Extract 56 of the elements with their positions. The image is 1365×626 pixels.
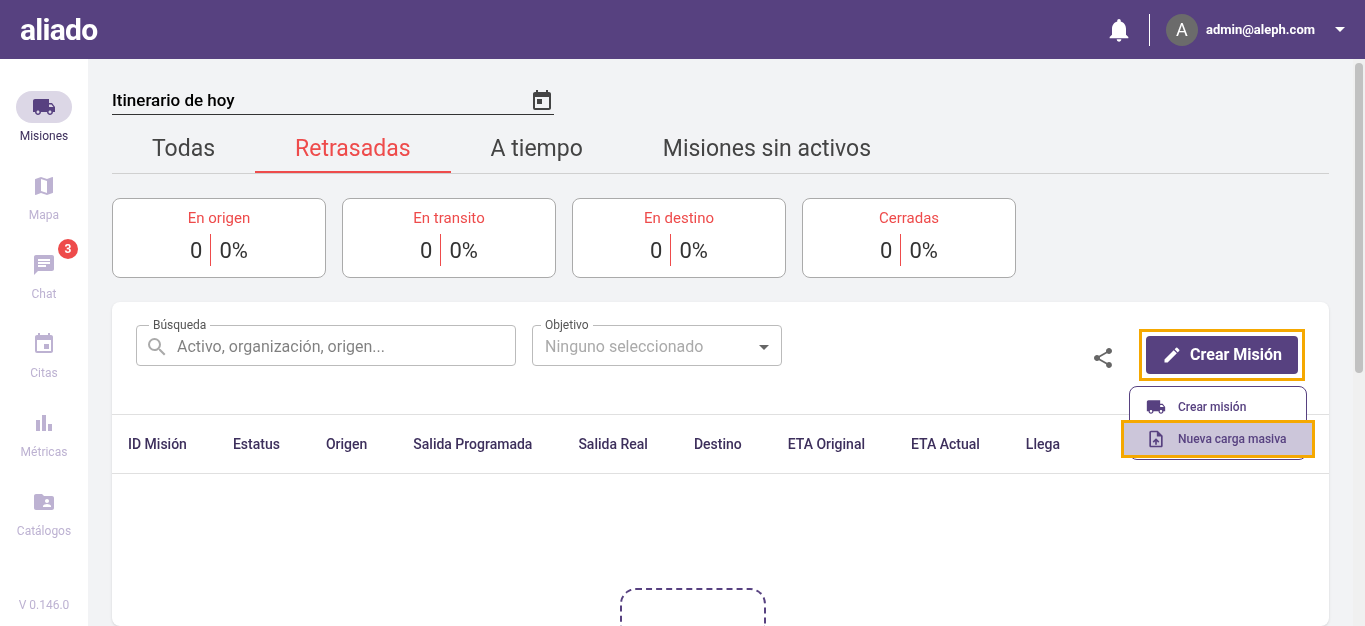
notification-badge: 3	[58, 239, 78, 259]
logo: aliado	[20, 11, 98, 49]
column-header: Salida Real	[578, 434, 648, 454]
menu-item-label: Crear misión	[1178, 399, 1247, 416]
sidebar-label: Mapa	[28, 207, 60, 224]
stat-percent: 0%	[678, 236, 708, 265]
search-field[interactable]: Búsqueda Activo, organización, origen...	[136, 317, 516, 366]
column-header: Llega	[1025, 434, 1060, 454]
file-upload-icon	[1146, 429, 1166, 449]
stat-count: 0	[420, 236, 434, 265]
menu-item[interactable]: Crear misión	[1130, 391, 1306, 423]
sidebar-label: Métricas	[20, 444, 68, 461]
stat-title: En origen	[187, 208, 251, 229]
tab[interactable]: Todas	[112, 127, 256, 173]
column-header: Origen	[325, 434, 368, 454]
stat-title: En destino	[643, 208, 715, 229]
tab[interactable]: A tiempo	[450, 127, 623, 173]
column-header: ETA Actual	[911, 434, 980, 454]
version-label: V 0.146.0	[18, 597, 70, 614]
column-header: ETA Original	[787, 434, 865, 454]
objective-select[interactable]: Objetivo Ninguno seleccionado	[532, 317, 782, 366]
stat-title: Cerradas	[878, 208, 940, 229]
create-mission-button[interactable]: Crear Misión	[1146, 336, 1298, 374]
chat-bubble-icon	[32, 253, 56, 277]
stat-percent: 0%	[218, 236, 248, 265]
user-avatar[interactable]: A	[1165, 13, 1198, 46]
sidebar-label: Misiones	[19, 128, 69, 145]
dropdown-caret-icon	[759, 344, 769, 350]
sidebar-label: Catálogos	[16, 523, 72, 540]
field-label: Búsqueda	[152, 317, 208, 333]
menu-item[interactable]: Nueva carga masiva	[1124, 423, 1312, 455]
stat-percent: 0%	[448, 236, 478, 265]
user-email: admin@aleph.com	[1205, 20, 1315, 39]
sidebar-item[interactable]: Misiones	[4, 81, 84, 160]
stat-count: 0	[650, 236, 664, 265]
sidebar-label: Citas	[30, 365, 58, 382]
dropdown-caret-icon[interactable]	[1335, 27, 1345, 32]
map-icon	[32, 174, 56, 198]
sidebar-label: Chat	[31, 286, 57, 303]
search-input[interactable]: Activo, organización, origen...	[177, 335, 507, 359]
column-header: Estatus	[232, 434, 280, 454]
sidebar-item[interactable]: Chat 3	[4, 239, 84, 318]
select-value: Ninguno seleccionado	[545, 336, 704, 358]
menu-item-label: Nueva carga masiva	[1178, 431, 1287, 448]
date-field[interactable]: Itinerario de hoy	[112, 87, 554, 115]
stat-count: 0	[190, 236, 204, 265]
stat-title: En transito	[413, 208, 485, 229]
column-header: ID Misión	[128, 434, 187, 454]
field-label: Objetivo	[544, 317, 590, 333]
column-header: Destino	[693, 434, 742, 454]
column-header: Salida Programada	[413, 434, 533, 454]
tab[interactable]: Misiones sin activos	[622, 127, 912, 173]
calendar-icon	[32, 332, 56, 356]
calendar-icon[interactable]	[530, 88, 554, 113]
stat-count: 0	[880, 236, 894, 265]
stat-percent: 0%	[908, 236, 938, 265]
